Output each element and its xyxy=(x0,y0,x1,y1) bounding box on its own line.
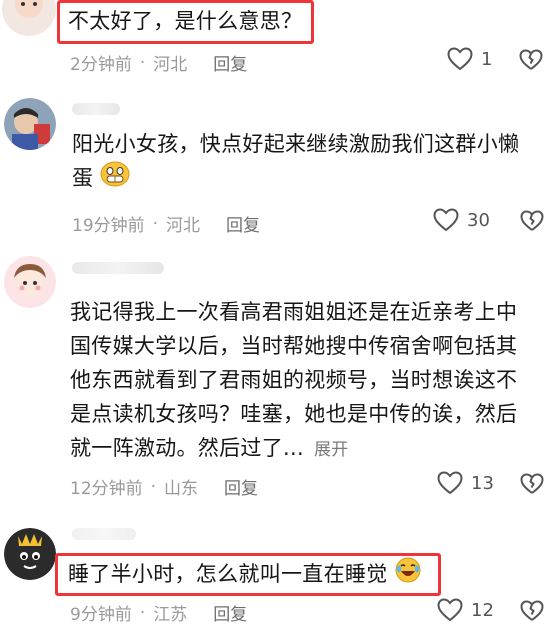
comment-location: 河北 xyxy=(166,216,201,236)
username-blurred xyxy=(72,262,164,274)
avatar[interactable] xyxy=(4,256,56,308)
like-count: 1 xyxy=(481,48,493,70)
comment-meta: 19分钟前 · 河北 回复 xyxy=(72,211,260,237)
dislike-button[interactable] xyxy=(519,49,543,71)
like-count: 12 xyxy=(471,599,494,621)
comment-time: 2分钟前 xyxy=(70,55,132,75)
rolling-laughing-face-icon xyxy=(394,557,422,593)
comment-meta: 12分钟前 · 山东 回复 xyxy=(70,474,258,500)
username-blurred xyxy=(72,103,120,115)
like-count: 13 xyxy=(471,472,494,494)
separator: · xyxy=(139,52,146,73)
dislike-button[interactable] xyxy=(520,473,544,495)
heart-icon xyxy=(447,47,473,71)
avatar[interactable] xyxy=(4,528,56,580)
avatar[interactable] xyxy=(2,0,56,36)
comment-text: 不太好了，是什么意思？ xyxy=(68,9,303,33)
username-blurred xyxy=(72,528,136,540)
like-button[interactable]: 1 xyxy=(447,47,492,71)
like-count: 30 xyxy=(467,209,490,231)
broken-heart-icon xyxy=(520,210,544,231)
separator: · xyxy=(152,213,159,234)
dislike-button[interactable] xyxy=(520,210,544,232)
comment-time: 19分钟前 xyxy=(72,216,145,236)
comment-time: 9分钟前 xyxy=(70,605,132,625)
broken-heart-icon xyxy=(520,600,544,621)
reply-button[interactable]: 回复 xyxy=(213,50,247,75)
like-button[interactable]: 12 xyxy=(437,598,494,622)
comment-meta: 2分钟前 · 河北 回复 xyxy=(70,50,247,76)
broken-heart-icon xyxy=(520,473,544,494)
heart-icon xyxy=(437,471,463,495)
heart-icon xyxy=(437,598,463,622)
expand-link[interactable]: 展开 xyxy=(314,440,349,460)
comment-meta: 9分钟前 · 江苏 回复 xyxy=(70,600,247,626)
reply-button[interactable]: 回复 xyxy=(224,474,258,499)
comment-text: 我记得我上一次看高君雨姐姐还是在近亲考上中 国传媒大学以后，当时帮她搜中传宿舍啊… xyxy=(70,300,518,460)
dislike-button[interactable] xyxy=(520,600,544,622)
like-button[interactable]: 30 xyxy=(433,208,490,232)
reply-button[interactable]: 回复 xyxy=(213,600,247,625)
heart-icon xyxy=(433,208,459,232)
comment-time: 12分钟前 xyxy=(70,479,143,499)
comment-location: 山东 xyxy=(164,479,199,499)
separator: · xyxy=(139,602,146,623)
avatar[interactable] xyxy=(4,98,56,150)
like-button[interactable]: 13 xyxy=(437,471,494,495)
comment-location: 江苏 xyxy=(153,605,188,625)
grinning-face-icon xyxy=(100,161,130,197)
reply-button[interactable]: 回复 xyxy=(226,211,260,236)
comment-text: 睡了半小时，怎么就叫一直在睡觉 xyxy=(68,557,422,593)
broken-heart-icon xyxy=(519,49,543,70)
comment-location: 河北 xyxy=(153,55,188,75)
comment-text: 阳光小女孩，快点好起来继续激励我们这群小懒 蛋 xyxy=(72,127,519,197)
separator: · xyxy=(150,476,157,497)
